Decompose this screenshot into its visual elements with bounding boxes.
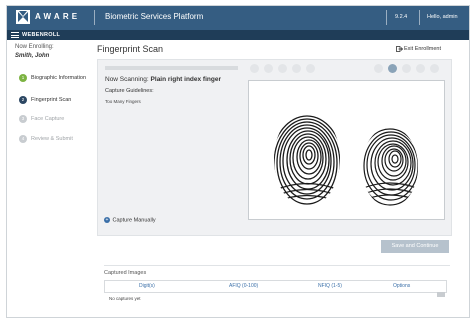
exit-icon [396, 46, 403, 52]
step-label: Face Capture [31, 116, 65, 122]
enrollee-name: Smith, John [15, 53, 50, 59]
finger-indicator [374, 64, 383, 73]
step-label: Review & Submit [31, 136, 73, 142]
app-subheader: WEBENROLL [7, 30, 469, 40]
captured-images-panel: Captured Images Digit(s) AFIQ (0-100) NF… [104, 265, 450, 317]
capture-manually-label: Capture Manually [112, 217, 156, 224]
finger-indicator-current [388, 64, 397, 73]
fingerprint-scan-image [274, 115, 418, 207]
column-digits[interactable]: Digit(s) [139, 283, 155, 289]
plus-icon: + [104, 217, 110, 223]
capture-manually-button[interactable]: + Capture Manually [104, 217, 156, 223]
capture-guideline-item: Too Many Fingers [105, 99, 141, 104]
step-number: 4 [19, 135, 27, 143]
scan-panel: Now Scanning: Plain right index finger C… [97, 59, 452, 236]
now-scanning-label: Now Scanning: [105, 76, 149, 83]
captured-images-title: Captured Images [104, 270, 147, 276]
step-number: 1 [19, 74, 27, 82]
step-label: Fingerprint Scan [31, 97, 72, 103]
aware-logo-icon [16, 10, 30, 24]
now-enrolling-label: Now Enrolling: [15, 44, 54, 50]
step-label: Biographic Information [31, 75, 87, 81]
finger-indicator [292, 64, 301, 73]
app-name: WEBENROLL [22, 31, 61, 38]
fingerprint-image [248, 80, 445, 220]
save-and-continue-button[interactable]: Save and Continue [381, 240, 449, 253]
column-nfiq[interactable]: NFIQ (1-5) [318, 283, 342, 289]
user-menu[interactable]: Hello, admin [427, 14, 458, 20]
scan-progress-bar [105, 66, 238, 70]
finger-indicator [250, 64, 259, 73]
captured-images-table-header: Digit(s) AFIQ (0-100) NFIQ (1-5) Options [104, 280, 447, 293]
finger-indicator [416, 64, 425, 73]
version-label: 9.2.4 [395, 14, 408, 20]
logo-text: AWARE [35, 12, 81, 21]
column-options: Options [393, 283, 411, 289]
empty-table-message: No captures yet [109, 296, 141, 301]
page-title: Fingerprint Scan [97, 44, 164, 54]
finger-indicator [430, 64, 439, 73]
header-divider [419, 10, 420, 25]
header-divider [386, 10, 387, 25]
finger-indicator [264, 64, 273, 73]
header-divider [94, 10, 95, 25]
now-scanning: Now Scanning: Plain right index finger [105, 76, 221, 83]
step-number: 3 [19, 115, 27, 123]
finger-indicator [278, 64, 287, 73]
step-number: 2 [19, 96, 27, 104]
finger-indicator [402, 64, 411, 73]
scrollbar-thumb[interactable] [437, 292, 445, 297]
platform-title: Biometric Services Platform [105, 12, 204, 21]
hamburger-menu-icon[interactable] [11, 32, 19, 38]
exit-enrollment-button[interactable]: Exit Enrollment [396, 46, 441, 52]
finger-indicator [306, 64, 315, 73]
column-afiq[interactable]: AFIQ (0-100) [229, 283, 258, 289]
exit-enrollment-label: Exit Enrollment [404, 46, 441, 52]
top-bar: AWARE Biometric Services Platform 9.2.4 … [7, 6, 469, 30]
app-window: AWARE Biometric Services Platform 9.2.4 … [6, 5, 470, 318]
current-finger: Plain right index finger [150, 76, 221, 83]
capture-guidelines-label: Capture Guidelines: [105, 88, 154, 94]
